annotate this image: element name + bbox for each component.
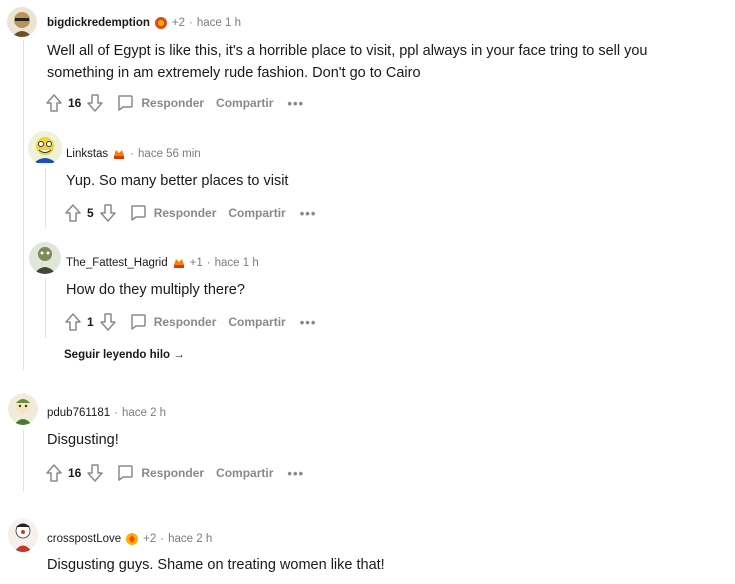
- comment-meta: The_Fattest_Hagrid +1 · hace 1 h: [66, 256, 259, 270]
- award-flair-icon: [112, 147, 126, 161]
- comment-body: How do they multiply there?: [66, 279, 245, 301]
- vote-score: 16: [68, 466, 82, 480]
- separator: ·: [114, 407, 118, 419]
- thread-line[interactable]: [45, 168, 46, 228]
- comment-body: Disgusting!: [47, 429, 119, 451]
- downvote-icon[interactable]: [86, 93, 104, 113]
- comment-meta: crosspostLove +2 · hace 2 h: [47, 532, 212, 546]
- username[interactable]: crosspostLove: [47, 533, 121, 545]
- downvote-icon[interactable]: [99, 203, 117, 223]
- vote-score: 5: [87, 206, 94, 220]
- username[interactable]: bigdickredemption: [47, 17, 150, 29]
- avatar[interactable]: [8, 393, 38, 425]
- comment-body-line: Disgusting!: [47, 432, 119, 448]
- reply-button[interactable]: Responder: [116, 94, 204, 112]
- timestamp[interactable]: hace 1 h: [197, 17, 241, 29]
- share-button[interactable]: Compartir: [216, 96, 273, 110]
- comment-actions: 1 Responder Compartir •••: [64, 311, 316, 333]
- comment-body-line: How do they multiply there?: [66, 282, 245, 298]
- share-button[interactable]: Compartir: [228, 315, 285, 329]
- comment-body: Well all of Egypt is like this, it's a h…: [47, 40, 647, 84]
- downvote-icon[interactable]: [86, 463, 104, 483]
- timestamp[interactable]: hace 2 h: [122, 407, 166, 419]
- comment-meta: bigdickredemption +2 · hace 1 h: [47, 16, 241, 30]
- upvote-icon[interactable]: [45, 463, 63, 483]
- thread-line[interactable]: [23, 430, 24, 492]
- separator: ·: [206, 257, 211, 269]
- comment-bubble-icon: [118, 465, 134, 481]
- separator: ·: [189, 17, 193, 29]
- reply-button[interactable]: Responder: [129, 204, 217, 222]
- comment-body-line: Yup. So many better places to visit: [66, 173, 289, 189]
- comment-meta: pdub761181 · hace 2 h: [47, 407, 166, 419]
- upvote-icon[interactable]: [64, 203, 82, 223]
- more-options-icon[interactable]: •••: [300, 315, 317, 330]
- separator: ·: [160, 533, 165, 545]
- timestamp[interactable]: hace 2 h: [168, 533, 212, 545]
- comment-body: Yup. So many better places to visit: [66, 170, 288, 192]
- reply-button[interactable]: Responder: [116, 464, 204, 482]
- username[interactable]: Linkstas: [66, 148, 108, 160]
- upvote-icon[interactable]: [45, 93, 63, 113]
- reply-button[interactable]: Responder: [129, 313, 217, 331]
- award-count: +1: [189, 257, 203, 269]
- upvote-icon[interactable]: [64, 312, 82, 332]
- separator: ·: [130, 148, 135, 160]
- comment-body-line: Well all of Egypt is like this, it's a h…: [47, 43, 648, 59]
- comment-actions: 5 Responder Compartir •••: [64, 202, 316, 224]
- comment-bubble-icon: [118, 95, 134, 111]
- downvote-icon[interactable]: [99, 312, 117, 332]
- comment-meta: Linkstas · hace 56 min: [66, 147, 201, 161]
- comment-bubble-icon: [130, 205, 146, 221]
- more-options-icon[interactable]: •••: [300, 206, 317, 221]
- comment-body: Disgusting guys. Shame on treating women…: [47, 554, 385, 576]
- comment-actions: 16 Responder Compartir •••: [45, 462, 304, 484]
- avatar[interactable]: [28, 131, 62, 165]
- comment-actions: 16 Responder Compartir •••: [45, 92, 304, 114]
- reply-label: Responder: [141, 466, 205, 480]
- share-button[interactable]: Compartir: [216, 466, 273, 480]
- username[interactable]: The_Fattest_Hagrid: [66, 257, 168, 269]
- username[interactable]: pdub761181: [47, 407, 110, 419]
- comment-body-line: Disgusting guys. Shame on treating women…: [47, 557, 385, 573]
- comment-bubble-icon: [130, 314, 146, 330]
- reply-label: Responder: [141, 96, 205, 110]
- award-flair-icon: [172, 256, 186, 270]
- award-flair-icon: [154, 16, 168, 30]
- avatar[interactable]: [8, 518, 38, 552]
- reply-label: Responder: [153, 206, 217, 220]
- vote-score: 1: [87, 315, 94, 329]
- comment-body-line: something in am extremely rude fashion. …: [47, 65, 421, 81]
- award-count: +2: [143, 533, 157, 545]
- avatar[interactable]: [29, 242, 61, 274]
- share-button[interactable]: Compartir: [228, 206, 285, 220]
- timestamp[interactable]: hace 1 h: [215, 257, 259, 269]
- thread-line[interactable]: [45, 278, 46, 338]
- award-flair-icon: [125, 532, 139, 546]
- thread-line[interactable]: [23, 40, 24, 370]
- timestamp[interactable]: hace 56 min: [138, 148, 201, 160]
- award-count: +2: [171, 17, 185, 29]
- vote-score: 16: [68, 96, 82, 110]
- continue-thread-link[interactable]: Seguir leyendo hilo →: [64, 349, 185, 361]
- reply-label: Responder: [153, 315, 217, 329]
- avatar[interactable]: [7, 7, 37, 37]
- more-options-icon[interactable]: •••: [287, 96, 304, 111]
- more-options-icon[interactable]: •••: [287, 466, 304, 481]
